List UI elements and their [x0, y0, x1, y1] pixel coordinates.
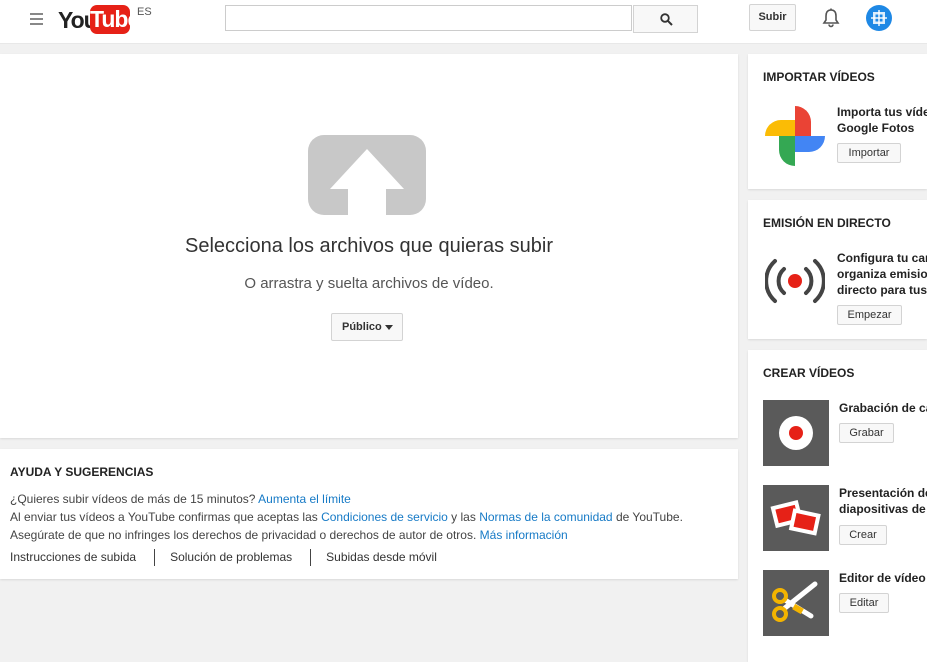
- search-button[interactable]: [633, 5, 698, 33]
- import-text-line2: Google Fotos: [837, 121, 915, 135]
- help-limit-text: ¿Quieres subir vídeos de más de 15 minut…: [10, 492, 256, 506]
- import-button[interactable]: Importar: [837, 143, 901, 163]
- live-text-line2: organiza emision: [837, 267, 927, 281]
- upload-arrow-icon[interactable]: [308, 135, 426, 215]
- privacy-dropdown-label: Público: [342, 321, 382, 333]
- upload-subtitle: O arrastra y suelta archivos de vídeo.: [244, 275, 494, 292]
- record-icon: [779, 416, 813, 450]
- live-broadcast-icon: [765, 259, 825, 303]
- photo-slideshow-icon: [770, 499, 821, 536]
- divider: [310, 549, 312, 566]
- help-terms-pre: Al enviar tus vídeos a YouTube confirmas…: [10, 510, 318, 524]
- upload-instructions-link[interactable]: Instrucciones de subida: [10, 550, 136, 564]
- divider: [154, 549, 156, 566]
- live-streaming-card: EMISIÓN EN DIRECTO Configura tu can orga…: [748, 200, 927, 339]
- notifications-bell-icon[interactable]: [822, 8, 840, 28]
- help-rights-text: Asegúrate de que no infringes los derech…: [10, 528, 477, 542]
- live-text-line1: Configura tu can: [837, 251, 927, 265]
- community-guidelines-link[interactable]: Normas de la comunidad: [479, 510, 612, 524]
- live-text-line3: directo para tus: [837, 283, 927, 297]
- slideshow-label-line1: Presentación de: [839, 486, 927, 500]
- troubleshooting-link[interactable]: Solución de problemas: [170, 550, 292, 564]
- slideshow-thumbnail[interactable]: [763, 485, 829, 551]
- chevron-down-icon: [385, 325, 393, 330]
- webcam-record-label: Grabación de cá: [839, 401, 927, 415]
- create-slideshow-button[interactable]: Crear: [839, 525, 887, 545]
- top-header: You Tube ES Subir: [0, 0, 927, 44]
- more-info-link[interactable]: Más información: [480, 528, 568, 542]
- help-line-rights: Asegúrate de que no infringes los derech…: [10, 528, 568, 542]
- search-input[interactable]: [225, 5, 632, 31]
- import-videos-title: IMPORTAR VÍDEOS: [763, 70, 875, 84]
- help-links-row: Instrucciones de subida Solución de probl…: [10, 549, 437, 566]
- video-editor-thumbnail[interactable]: [763, 570, 829, 636]
- hamburger-menu-icon[interactable]: [30, 13, 43, 25]
- avatar-pattern-icon: [871, 10, 887, 26]
- create-videos-title: CREAR VÍDEOS: [763, 366, 855, 380]
- help-line-limit: ¿Quieres subir vídeos de más de 15 minut…: [10, 492, 351, 506]
- terms-of-service-link[interactable]: Condiciones de servicio: [321, 510, 448, 524]
- live-streaming-title: EMISIÓN EN DIRECTO: [763, 216, 891, 230]
- avatar[interactable]: [866, 5, 892, 31]
- upload-title: Selecciona los archivos que quieras subi…: [185, 235, 553, 257]
- slideshow-label-line2: diapositivas de: [839, 502, 926, 516]
- import-videos-card: IMPORTAR VÍDEOS Importa tus víde Google …: [748, 54, 927, 189]
- google-photos-icon: [765, 106, 825, 166]
- help-terms-post: de YouTube.: [615, 510, 683, 524]
- help-title: AYUDA Y SUGERENCIAS: [10, 465, 154, 479]
- increase-limit-link[interactable]: Aumenta el límite: [258, 492, 351, 506]
- help-terms-mid: y las: [451, 510, 476, 524]
- help-line-terms: Al enviar tus vídeos a YouTube confirmas…: [10, 510, 683, 524]
- video-editor-label: Editor de vídeo: [839, 571, 926, 585]
- record-button[interactable]: Grabar: [839, 423, 894, 443]
- upload-area[interactable]: Selecciona los archivos que quieras subi…: [0, 54, 738, 438]
- create-videos-card: CREAR VÍDEOS Grabación de cá Grabar Pres…: [748, 350, 927, 662]
- scissors-icon: [772, 581, 818, 622]
- import-text-line1: Importa tus víde: [837, 105, 927, 119]
- search-icon: [660, 13, 673, 26]
- webcam-record-thumbnail[interactable]: [763, 400, 829, 466]
- mobile-uploads-link[interactable]: Subidas desde móvil: [326, 550, 437, 564]
- help-section: AYUDA Y SUGERENCIAS ¿Quieres subir vídeo…: [0, 449, 738, 579]
- edit-video-button[interactable]: Editar: [839, 593, 889, 613]
- start-live-button[interactable]: Empezar: [837, 305, 902, 325]
- upload-button[interactable]: Subir: [749, 4, 796, 31]
- language-badge: ES: [137, 6, 152, 18]
- privacy-dropdown[interactable]: Público: [331, 313, 403, 341]
- logo-tube-text: Tube: [90, 5, 140, 34]
